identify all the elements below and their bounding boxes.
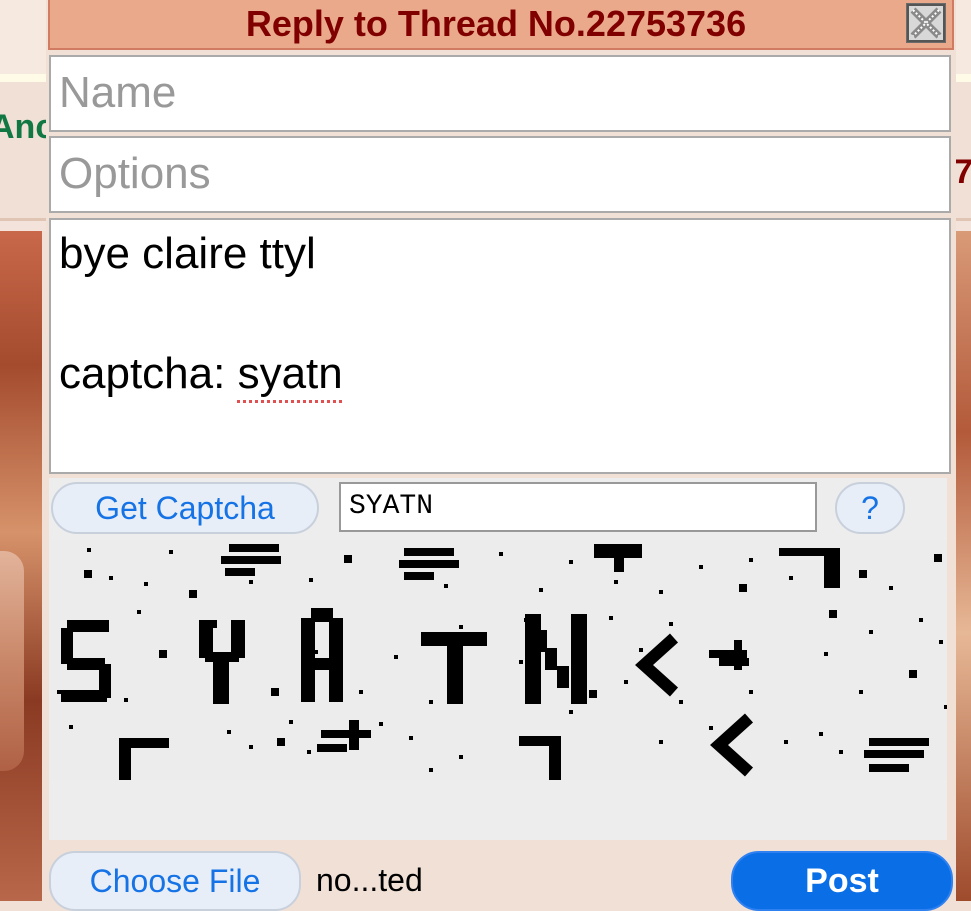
- file-status-text: no...ted: [316, 862, 423, 898]
- post-button[interactable]: Post: [731, 851, 953, 911]
- background-image: [0, 231, 42, 901]
- captcha-help-button[interactable]: ?: [835, 482, 905, 534]
- get-captcha-button[interactable]: Get Captcha: [51, 482, 319, 534]
- captcha-container: Get Captcha SYATN ?: [49, 478, 947, 840]
- choose-file-button[interactable]: Choose File: [49, 851, 301, 911]
- comment-line: [59, 284, 949, 344]
- name-placeholder: Name: [59, 68, 177, 117]
- close-button[interactable]: [906, 3, 946, 43]
- options-placeholder: Options: [59, 149, 211, 198]
- close-x-icon: [907, 4, 945, 42]
- background-image-right: [956, 231, 971, 901]
- background-number-fragment: 75: [954, 153, 971, 191]
- comment-line-text: captcha:: [59, 349, 238, 398]
- captcha-image: [49, 540, 947, 780]
- quick-reply-window: Reply to Thread No.22753736 Name Options…: [46, 0, 956, 911]
- reply-title: Reply to Thread No.22753736: [245, 3, 747, 44]
- options-field[interactable]: Options: [49, 136, 951, 213]
- comment-line: bye claire ttyl: [59, 229, 316, 278]
- name-field[interactable]: Name: [49, 55, 951, 132]
- misspelled-word: syatn: [237, 349, 343, 398]
- comment-line: captcha: syatn: [59, 344, 949, 404]
- comment-textarea[interactable]: bye claire ttyl captcha: syatn: [49, 218, 951, 474]
- captcha-input[interactable]: SYATN: [339, 482, 817, 532]
- reply-titlebar[interactable]: Reply to Thread No.22753736: [48, 0, 954, 50]
